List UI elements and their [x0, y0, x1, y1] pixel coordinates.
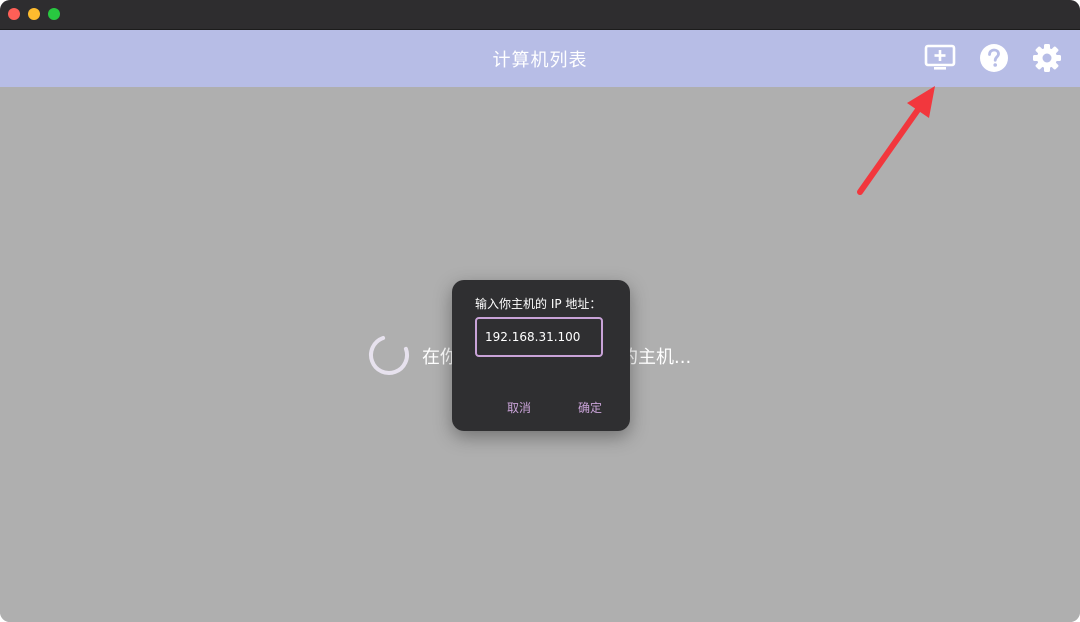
loading-spinner-icon	[369, 335, 409, 375]
window-titlebar	[0, 0, 1080, 30]
cancel-button[interactable]: 取消	[507, 399, 531, 416]
help-icon[interactable]	[978, 42, 1010, 74]
ip-address-dialog: 输入你主机的 IP 地址： 取消 确定	[452, 280, 630, 431]
page-title: 计算机列表	[492, 50, 588, 71]
app-bar: 计算机列表	[0, 30, 1080, 87]
app-window: 计算机列表 输入你主机的 IP 地址： 192.168.31.100 取消 确定	[0, 0, 1080, 622]
ip-address-input[interactable]	[475, 317, 603, 357]
minimize-window-button[interactable]	[28, 8, 40, 20]
ok-button[interactable]: 确定	[578, 399, 602, 416]
gear-icon[interactable]	[1031, 42, 1063, 74]
annotation-arrow-icon	[857, 86, 935, 195]
close-window-button[interactable]	[8, 8, 20, 20]
add-computer-icon[interactable]	[924, 42, 956, 74]
maximize-window-button[interactable]	[48, 8, 60, 20]
dialog-title: 输入你主机的 IP 地址：	[475, 297, 602, 311]
